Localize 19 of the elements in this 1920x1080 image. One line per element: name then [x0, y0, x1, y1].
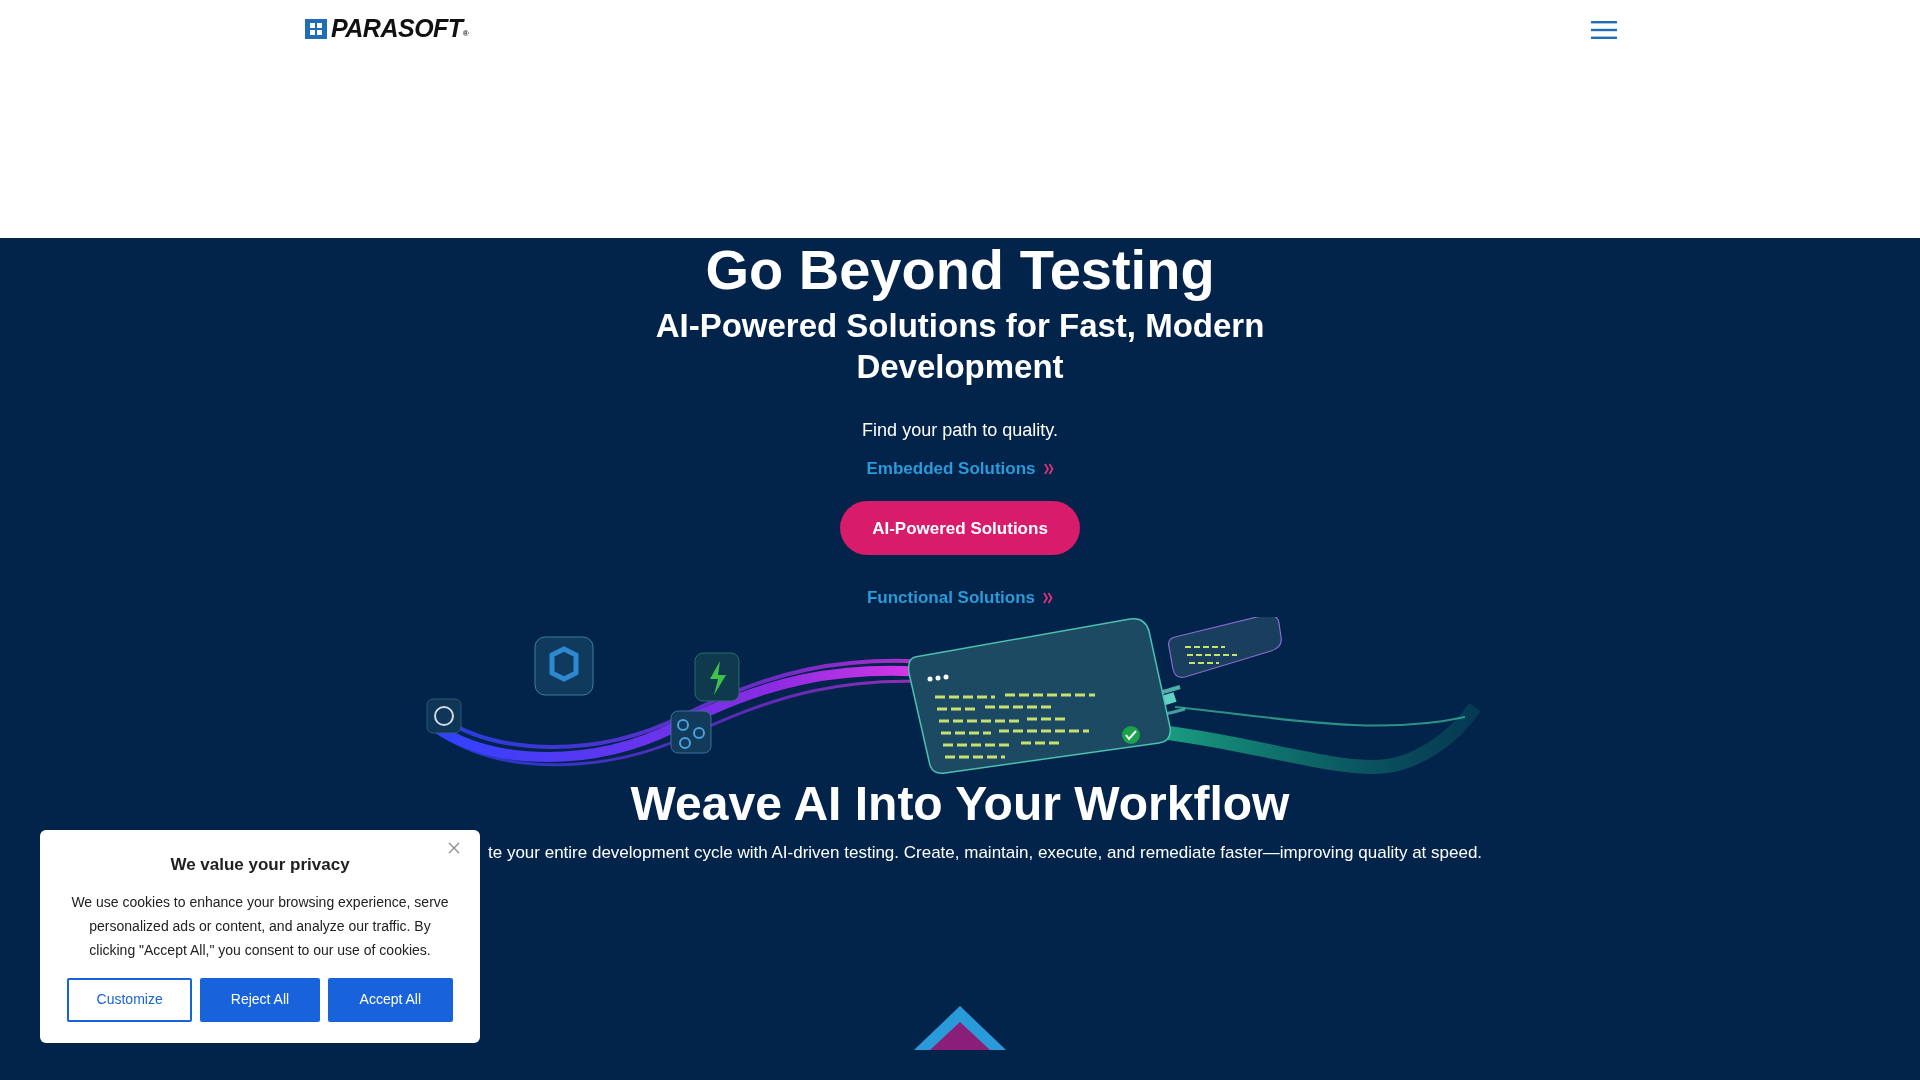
section-heading: Weave AI Into Your Workflow — [629, 775, 1291, 832]
close-icon[interactable] — [448, 842, 460, 854]
solutions-link[interactable]: Embedded Solutions — [866, 455, 1054, 482]
tagline: Find your path to quality. — [861, 418, 1059, 442]
solutions-button[interactable]: AI-Powered Solutions — [840, 501, 1080, 556]
solutions-link[interactable]: Functional Solutions — [866, 585, 1054, 611]
cookie-title: We value your privacy — [169, 854, 351, 876]
cookie-button[interactable]: Accept All — [327, 977, 453, 1022]
section-description: te your entire development cycle with AI-driven testing. Create, maintain, execute, and remediate faster—improving quality at speed. — [488, 842, 1484, 865]
cookie-button[interactable]: Customize — [67, 977, 193, 1022]
logo-mark-icon — [914, 1006, 1006, 1050]
hero-title: Go Beyond Testing — [704, 238, 1216, 303]
chevron-icon — [1043, 592, 1054, 605]
cookie-text: We use cookies to enhance your browsing experience, serve personalized ads or content, and analyze our traffic. By clicking "Accept All," you consent to our use of cookies. — [70, 892, 450, 960]
hero-subtitle: AI-Powered Solutions for Fast, Modern Development — [654, 306, 1266, 387]
cookie-button[interactable]: Reject All — [200, 977, 320, 1022]
chevron-icon — [1043, 462, 1054, 475]
menu-icon[interactable] — [1591, 20, 1617, 40]
logo-icon — [305, 18, 327, 39]
